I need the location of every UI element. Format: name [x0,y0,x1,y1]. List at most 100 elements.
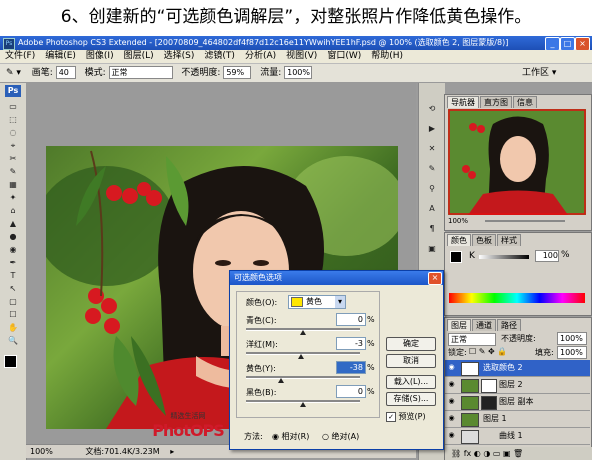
paragraph-panel-icon[interactable]: ¶ [424,223,440,235]
status-arrow-icon[interactable]: ▸ [170,447,174,456]
mode-select[interactable]: 正常 [108,66,173,79]
menu-image[interactable]: 图像(I) [86,51,114,61]
eraser-tool-icon[interactable]: ⌂ [5,205,21,217]
path-select-tool-icon[interactable]: ↖ [5,283,21,295]
menu-filter[interactable]: 滤镜(T) [204,51,235,61]
layer-row-selective-color[interactable]: ◉ 选取颜色 2 [445,360,590,377]
tab-paths[interactable]: 路径 [497,319,521,331]
ok-button[interactable]: 确定 [386,337,436,351]
menu-edit[interactable]: 编辑(E) [45,51,76,61]
tab-channels[interactable]: 通道 [472,319,496,331]
color-unit: % [561,250,570,260]
menu-analysis[interactable]: 分析(A) [245,51,276,61]
character-panel-icon[interactable]: A [424,203,440,215]
marquee-tool-icon[interactable]: ⬚ [5,114,21,126]
color-k-value[interactable]: 100 [535,250,559,262]
tab-navigator[interactable]: 导航器 [447,96,479,108]
pen-tool-icon[interactable]: ✒ [5,257,21,269]
minimize-button[interactable]: _ [545,37,560,51]
actions-panel-icon[interactable]: ▶ [424,123,440,135]
tab-histogram[interactable]: 直方图 [480,96,512,108]
slider-thumb[interactable] [298,354,304,359]
relative-radio[interactable]: ◉ 相对(R) [272,431,309,442]
opacity-field[interactable]: 59% [223,66,252,79]
dialog-close-button[interactable]: × [428,272,442,285]
slider-thumb[interactable] [300,330,306,335]
menu-file[interactable]: 文件(F) [5,51,35,61]
gradient-tool-icon[interactable]: ▲ [5,218,21,230]
brush-tool-icon[interactable]: ✎ [5,166,21,178]
blend-mode-select[interactable]: 正常 [448,333,496,346]
notes-tool-icon[interactable]: ☐ [5,309,21,321]
history-brush-tool-icon[interactable]: ✦ [5,192,21,204]
visibility-eye-icon[interactable]: ◉ [447,397,456,406]
history-panel-icon[interactable]: ⟲ [424,103,440,115]
layer-row-copy[interactable]: ◉ 图层 副本 [445,394,590,411]
slider-value-field[interactable]: -3 [336,337,366,350]
tab-info[interactable]: 信息 [513,96,537,108]
crop-tool-icon[interactable]: ✂ [5,153,21,165]
workspace-button[interactable]: 工作区 ▾ [522,64,556,82]
shape-tool-icon[interactable]: ▢ [5,296,21,308]
layer-row-layer-1[interactable]: ◉ 图层 1 [445,411,590,428]
menu-window[interactable]: 窗口(W) [327,51,361,61]
chevron-down-icon[interactable]: ▾ [335,296,345,308]
slider-value-field[interactable]: 0 [336,385,366,398]
foreground-color-swatch[interactable] [4,355,17,368]
slider-thumb[interactable] [300,402,306,407]
navigator-preview[interactable] [448,109,586,215]
flow-field[interactable]: 100% [284,66,313,79]
save-button[interactable]: 存储(S)... [386,392,436,406]
visibility-eye-icon[interactable]: ◉ [447,414,456,423]
layer-row-curves[interactable]: ◉ 曲线 1 [445,428,590,445]
cancel-button[interactable]: 取消 [386,354,436,368]
lock-icons[interactable]: ☐ ✎ ✥ 🔒 [469,347,507,356]
colors-select[interactable]: 黄色 ▾ [288,295,346,309]
load-button[interactable]: 载入(L)... [386,375,436,389]
tab-color[interactable]: 颜色 [447,234,471,246]
brush-size-picker[interactable]: 40 [55,66,76,79]
navigator-zoom[interactable]: 100% [448,217,468,225]
menu-select[interactable]: 选择(S) [164,51,195,61]
move-tool-icon[interactable]: ▭ [5,101,21,113]
fill-field[interactable]: 100% [557,346,587,359]
slider-track[interactable] [246,376,360,379]
clone-panel-icon[interactable]: ⚲ [424,183,440,195]
navigator-zoom-slider[interactable] [485,220,565,222]
lasso-tool-icon[interactable]: ◌ [5,127,21,139]
layer-opacity-field[interactable]: 100% [557,332,587,345]
menu-view[interactable]: 视图(V) [286,51,317,61]
zoom-tool-icon[interactable]: 🔍 [5,335,21,347]
slider-value-field[interactable]: -38 [336,361,366,374]
close-button[interactable]: × [575,37,590,51]
blur-tool-icon[interactable]: ● [5,231,21,243]
menu-layer[interactable]: 图层(L) [124,51,154,61]
type-tool-icon[interactable]: T [5,270,21,282]
layer-row-layer-2[interactable]: ◉ 图层 2 [445,377,590,394]
preview-checkbox[interactable]: ✓ 预览(P) [386,411,426,422]
slider-thumb[interactable] [278,378,284,383]
visibility-eye-icon[interactable]: ◉ [447,431,456,440]
visibility-eye-icon[interactable]: ◉ [447,380,456,389]
status-zoom[interactable]: 100% [30,447,53,456]
stamp-tool-icon[interactable]: ▦ [5,179,21,191]
color-fg-swatch[interactable] [450,251,462,263]
layers-footer-icons[interactable]: ⛓ fx ◐ ◑ ▭ ▣ 🗑 [445,447,592,460]
brushes-panel-icon[interactable]: ✎ [424,163,440,175]
tab-styles[interactable]: 样式 [497,234,521,246]
menu-help[interactable]: 帮助(H) [371,51,403,61]
hand-tool-icon[interactable]: ✋ [5,322,21,334]
layer-comps-panel-icon[interactable]: ▣ [424,243,440,255]
tab-layers[interactable]: 图层 [447,319,471,331]
photoshop-window: Ps Adobe Photoshop CS3 Extended - [200708… [0,36,592,460]
maximize-button[interactable]: □ [560,37,575,51]
tools-panel-icon[interactable]: ✕ [424,143,440,155]
color-k-slider[interactable] [479,255,529,259]
absolute-radio[interactable]: ○ 绝对(A) [322,431,359,442]
color-spectrum-bar[interactable] [449,293,585,303]
visibility-eye-icon[interactable]: ◉ [447,363,456,372]
tab-swatches[interactable]: 色板 [472,234,496,246]
slider-value-field[interactable]: 0 [336,313,366,326]
dodge-tool-icon[interactable]: ◉ [5,244,21,256]
magic-wand-tool-icon[interactable]: ⌖ [5,140,21,152]
